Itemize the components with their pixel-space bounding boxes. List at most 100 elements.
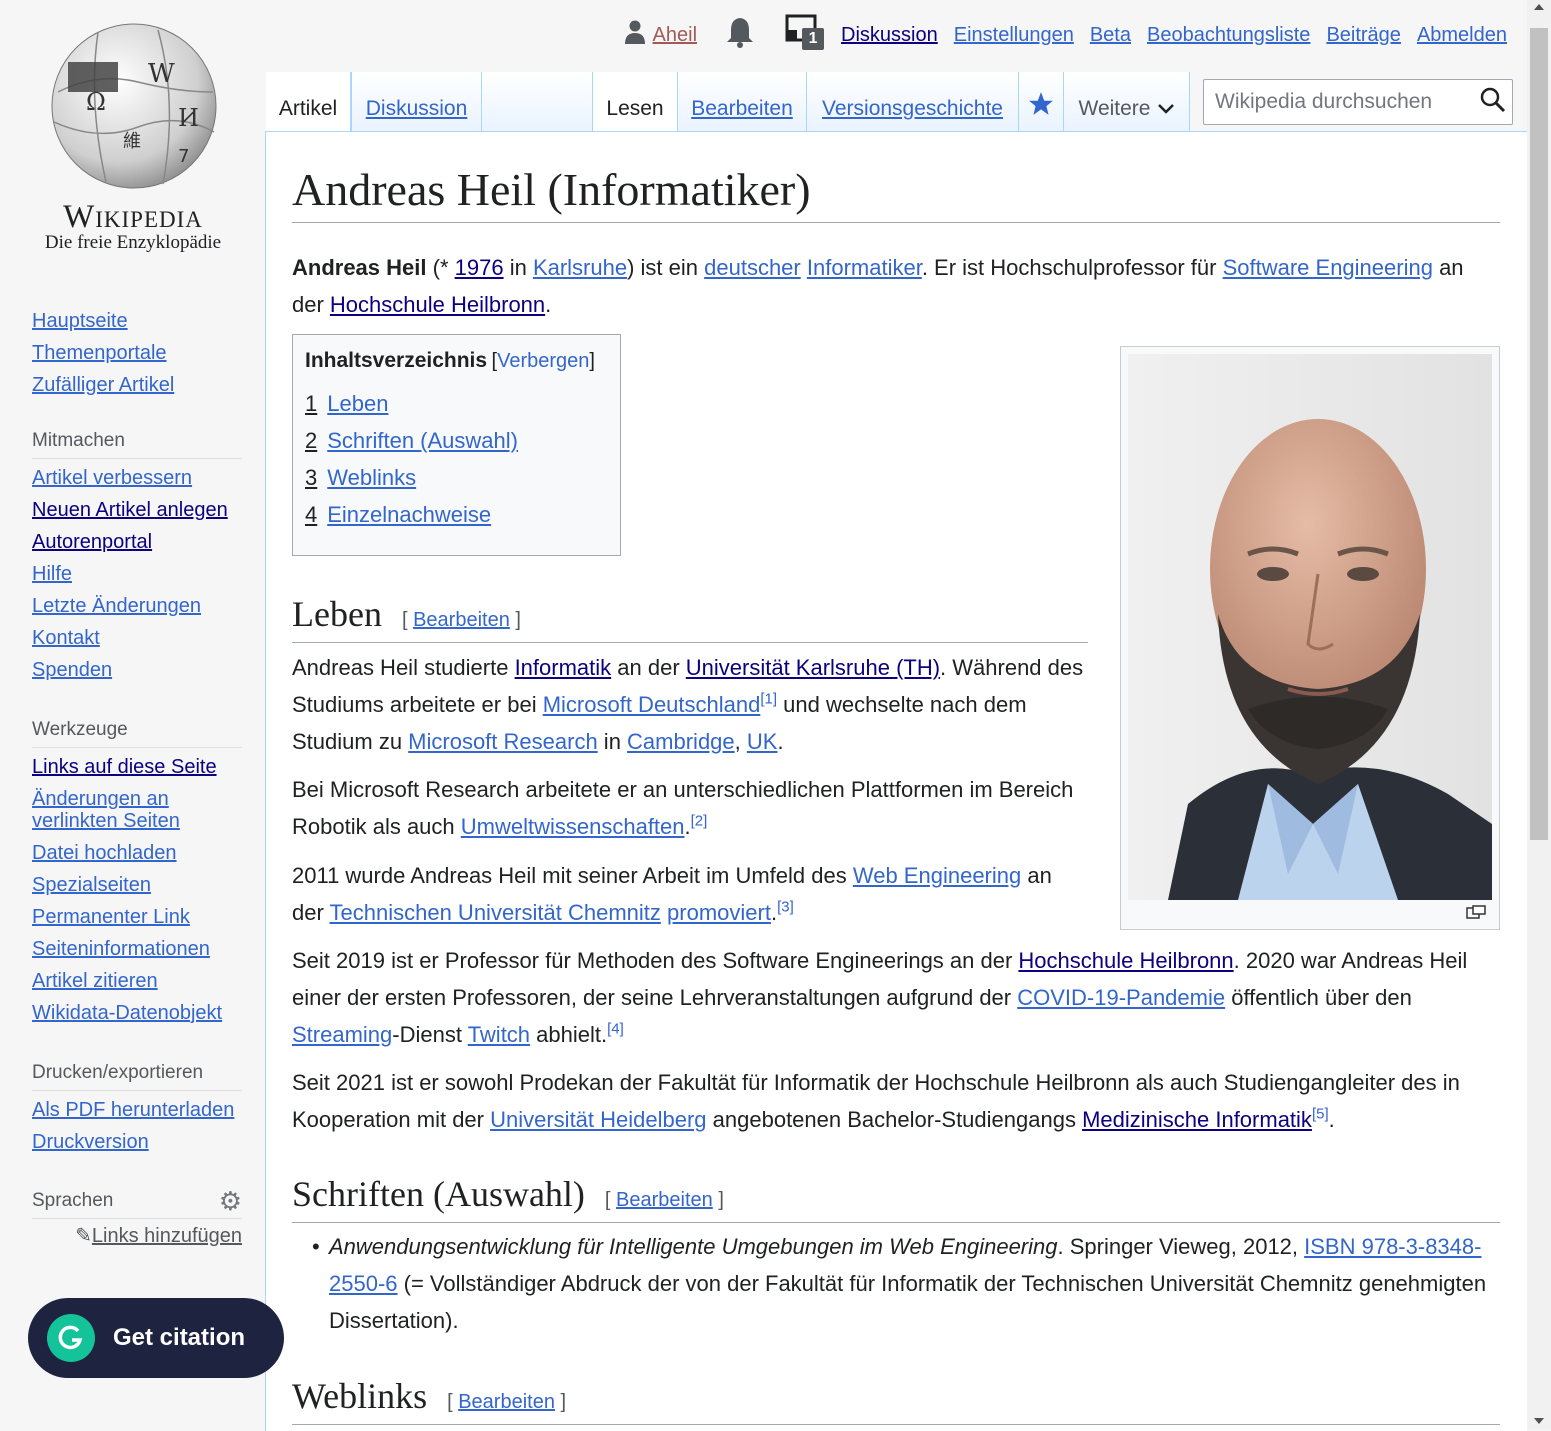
toc-item[interactable]: 2 Schriften (Auswahl) xyxy=(305,422,608,459)
search-icon[interactable] xyxy=(1480,87,1506,118)
tab-artikel[interactable]: Artikel xyxy=(266,72,351,131)
link-software-engineering[interactable]: Software Engineering xyxy=(1223,255,1433,280)
wikipedia-logo[interactable]: W Ω И 維 7 Wikipedia Die freie Enzyklopäd… xyxy=(28,22,238,262)
search-box xyxy=(1203,79,1513,125)
nav-item-themenportale[interactable]: Themenportale xyxy=(32,342,242,364)
nav-item-spezialseiten[interactable]: Spezialseiten xyxy=(32,874,242,896)
tab-versionsgeschichte[interactable]: Versionsgeschichte xyxy=(807,72,1019,131)
personal-link-einstellungen[interactable]: Einstellungen xyxy=(954,24,1074,47)
nav-item-artikel-zitieren[interactable]: Artikel zitieren xyxy=(32,970,242,992)
link-deutscher[interactable]: deutscher xyxy=(704,255,801,280)
tab-diskussion[interactable]: Diskussion xyxy=(351,72,482,131)
nav-item-kontakt[interactable]: Kontakt xyxy=(32,627,242,649)
watch-star-icon[interactable] xyxy=(1019,72,1064,131)
scrollbar[interactable] xyxy=(1527,0,1551,1430)
link-hochschule-heilbronn-2[interactable]: Hochschule Heilbronn xyxy=(1018,948,1233,973)
paragraph: Andreas Heil studierte Informatik an der… xyxy=(292,655,1084,754)
personal-link-beitraege[interactable]: Beiträge xyxy=(1326,24,1401,47)
edit-section-link[interactable]: Bearbeiten xyxy=(458,1391,555,1413)
nav-item-hauptseite[interactable]: Hauptseite xyxy=(32,310,242,332)
section-heading-weblinks: Weblinks[ Bearbeiten ] xyxy=(292,1374,1500,1425)
toc-item[interactable]: 1 Leben xyxy=(305,385,608,422)
ref-3[interactable]: [3] xyxy=(777,899,794,916)
ref-1[interactable]: [1] xyxy=(760,691,777,708)
portrait-photo[interactable] xyxy=(1128,354,1492,900)
add-language-links[interactable]: ✎Links hinzufügen xyxy=(32,1223,242,1248)
tab-lesen[interactable]: Lesen xyxy=(592,72,678,131)
ref-2[interactable]: [2] xyxy=(691,813,708,830)
toc-item[interactable]: 4 Einzelnachweise xyxy=(305,496,608,533)
svg-text:維: 維 xyxy=(123,131,141,152)
nav-item-permanenter-link[interactable]: Permanenter Link xyxy=(32,906,242,928)
nav-item-letzte-aenderungen[interactable]: Letzte Änderungen xyxy=(32,595,242,617)
nav-item-aenderungen-verlinkt[interactable]: Änderungen an verlinkten Seiten xyxy=(32,788,242,832)
link-uk[interactable]: UK xyxy=(747,729,778,754)
nav-item-datei-hochladen[interactable]: Datei hochladen xyxy=(32,842,242,864)
nav-item-wikidata[interactable]: Wikidata-Datenobjekt xyxy=(32,1002,242,1024)
scrollbar-thumb[interactable] xyxy=(1530,28,1548,840)
ref-5[interactable]: [5] xyxy=(1312,1106,1329,1123)
link-informatiker[interactable]: Informatiker xyxy=(807,255,922,280)
portal-werkzeuge: Werkzeuge Links auf diese Seite Änderung… xyxy=(32,719,242,1034)
link-1976[interactable]: 1976 xyxy=(455,255,504,280)
nav-item-artikel-verbessern[interactable]: Artikel verbessern xyxy=(32,467,242,489)
nav-item-hilfe[interactable]: Hilfe xyxy=(32,563,242,585)
wordmark: Wikipedia xyxy=(63,199,203,235)
link-microsoft-research[interactable]: Microsoft Research xyxy=(408,729,598,754)
nav-main: Hauptseite Themenportale Zufälliger Arti… xyxy=(32,310,242,406)
tab-bearbeiten[interactable]: Bearbeiten xyxy=(678,72,807,131)
ref-4[interactable]: [4] xyxy=(607,1021,624,1038)
paragraph: 2011 wurde Andreas Heil mit seiner Arbei… xyxy=(292,863,1052,925)
gear-icon[interactable]: ⚙ xyxy=(219,1188,242,1214)
nav-item-pdf[interactable]: Als PDF herunterladen xyxy=(32,1099,242,1121)
link-twitch[interactable]: Twitch xyxy=(468,1022,530,1047)
toc-toggle[interactable]: Verbergen xyxy=(497,350,589,372)
nav-item-druckversion[interactable]: Druckversion xyxy=(32,1131,242,1153)
portal-heading: Werkzeuge xyxy=(32,719,242,748)
link-covid[interactable]: COVID-19-Pandemie xyxy=(1017,985,1225,1010)
link-medizinische-informatik[interactable]: Medizinische Informatik xyxy=(1082,1107,1312,1132)
nav-item-zufaelliger-artikel[interactable]: Zufälliger Artikel xyxy=(32,374,242,396)
portrait-thumbnail[interactable] xyxy=(1120,346,1500,930)
link-hochschule-heilbronn[interactable]: Hochschule Heilbronn xyxy=(330,292,545,317)
chevron-down-icon xyxy=(1158,97,1175,121)
bell-icon[interactable] xyxy=(725,16,755,54)
link-uni-heidelberg[interactable]: Universität Heidelberg xyxy=(490,1107,706,1132)
intro-paragraph: Andreas Heil (* 1976 in Karlsruhe) ist e… xyxy=(292,255,1464,317)
link-informatik[interactable]: Informatik xyxy=(515,655,612,680)
user-link[interactable]: Aheil xyxy=(653,24,697,47)
personal-link-abmelden[interactable]: Abmelden xyxy=(1417,24,1507,47)
link-promoviert[interactable]: promoviert xyxy=(667,900,771,925)
page-title: Andreas Heil (Informatiker) xyxy=(292,160,1500,223)
link-cambridge[interactable]: Cambridge xyxy=(627,729,735,754)
link-karlsruhe[interactable]: Karlsruhe xyxy=(533,255,627,280)
link-web-engineering[interactable]: Web Engineering xyxy=(853,863,1021,888)
section-heading-schriften: Schriften (Auswahl)[ Bearbeiten ] xyxy=(292,1172,1500,1223)
nav-item-spenden[interactable]: Spenden xyxy=(32,659,242,681)
personal-link-beta[interactable]: Beta xyxy=(1090,24,1131,47)
edit-section-link[interactable]: Bearbeiten xyxy=(413,609,510,631)
edit-section-link[interactable]: Bearbeiten xyxy=(616,1189,713,1211)
link-streaming[interactable]: Streaming xyxy=(292,1022,392,1047)
paragraph: Seit 2019 ist er Professor für Methoden … xyxy=(292,948,1468,1047)
personal-link-beobachtungsliste[interactable]: Beobachtungsliste xyxy=(1147,24,1310,47)
get-citation-button[interactable]: Get citation xyxy=(28,1298,284,1378)
portal-heading: Mitmachen xyxy=(32,430,242,459)
magnify-icon[interactable] xyxy=(1466,905,1486,924)
search-input[interactable] xyxy=(1213,89,1472,115)
link-umweltwissenschaften[interactable]: Umweltwissenschaften xyxy=(461,814,685,839)
notice-inbox-icon[interactable]: 1 xyxy=(785,14,825,56)
link-uni-karlsruhe[interactable]: Universität Karlsruhe (TH) xyxy=(686,655,940,680)
nav-item-neuen-artikel[interactable]: Neuen Artikel anlegen xyxy=(32,499,242,521)
nav-item-seiteninformationen[interactable]: Seiteninformationen xyxy=(32,938,242,960)
tab-weitere[interactable]: Weitere xyxy=(1064,72,1190,131)
scroll-up-arrow-icon[interactable] xyxy=(1534,4,1544,10)
scroll-down-arrow-icon[interactable] xyxy=(1534,1418,1544,1424)
toc-item[interactable]: 3 Weblinks xyxy=(305,459,608,496)
svg-text:7: 7 xyxy=(178,146,189,167)
personal-link-diskussion[interactable]: Diskussion xyxy=(841,24,938,47)
nav-item-links-auf-diese-seite[interactable]: Links auf diese Seite xyxy=(32,756,242,778)
nav-item-autorenportal[interactable]: Autorenportal xyxy=(32,531,242,553)
link-microsoft-deutschland[interactable]: Microsoft Deutschland xyxy=(543,692,761,717)
link-tu-chemnitz[interactable]: Technischen Universität Chemnitz xyxy=(330,900,661,925)
